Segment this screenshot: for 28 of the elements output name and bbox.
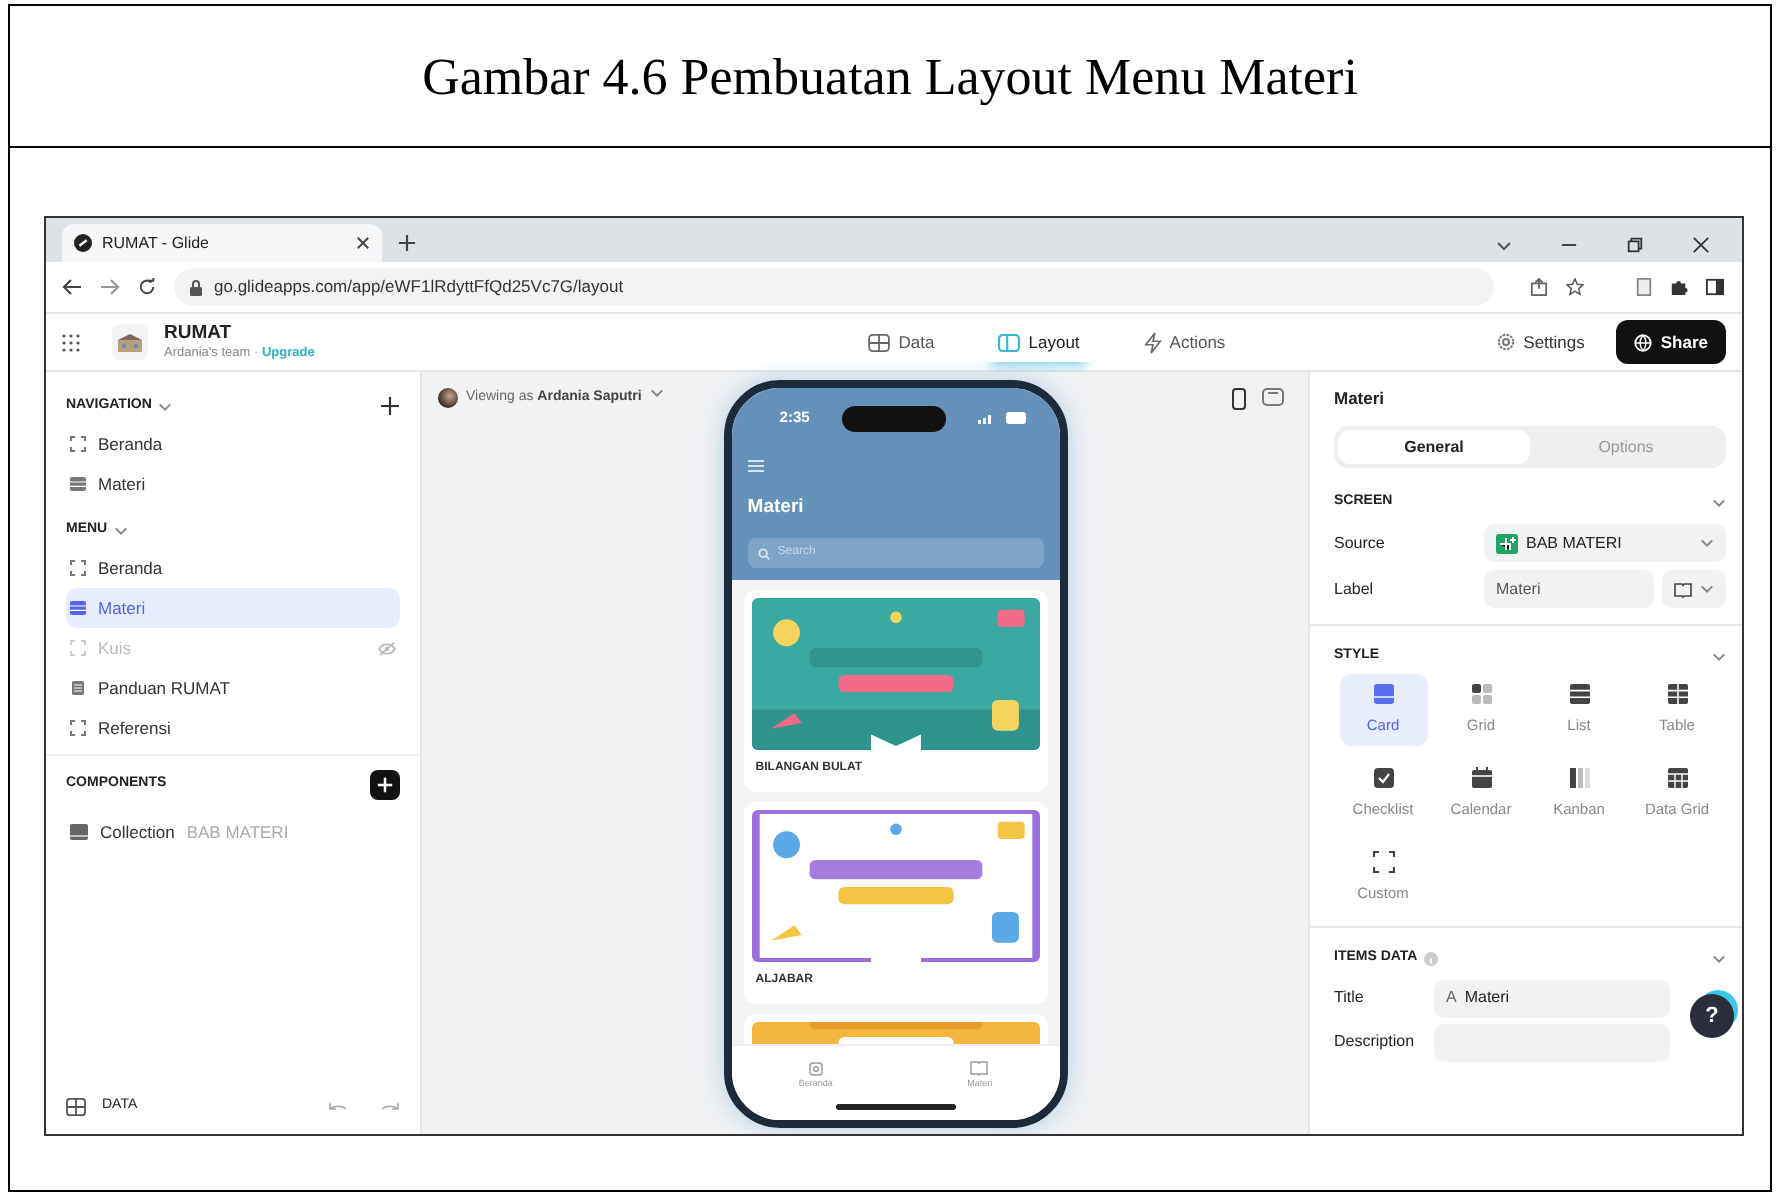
sidebar-item[interactable]: Referensi [66,708,400,748]
sidebar-item[interactable]: Panduan RUMAT [66,668,400,708]
component-source: BAB MATERI [186,819,289,845]
help-button[interactable]: ? [1690,994,1734,1038]
sidebar-item[interactable]: Beranda [66,548,400,588]
field-label: Title [1334,986,1366,1010]
address-bar[interactable]: go.glideapps.com/app/eWF1lRdyttFfQd25Vc7G/layout [174,268,1494,306]
field-label: Description [1334,1030,1417,1054]
field-label: Source [1334,531,1387,555]
share-button[interactable]: Share [1616,319,1726,365]
browser-tab[interactable]: RUMAT - Glide [62,224,382,262]
source-dropdown[interactable]: BAB MATERI [1484,524,1726,562]
sidebar-item[interactable]: Materi [66,588,400,628]
panel-tab[interactable]: General [1338,430,1530,464]
panel-title: Materi [1334,386,1387,412]
screen-title: Materi [747,495,804,518]
sidebar-item[interactable]: Materi [66,464,400,504]
field-label: Label [1334,577,1376,601]
top-tab[interactable]: Data [852,321,951,363]
sidebar-item[interactable]: Beranda [66,424,400,464]
top-tab[interactable]: Actions [1127,321,1242,363]
app-name: RUMAT [164,324,234,346]
title-field[interactable]: A Materi [1434,979,1670,1017]
top-tab[interactable]: Layout [982,321,1096,363]
figure-caption: Gambar 4.6 Pembuatan Layout Menu Materi [422,45,1358,110]
label-input[interactable]: Materi [1484,570,1654,608]
component-name: Collection [100,819,175,845]
settings-button[interactable]: Settings [1479,321,1601,363]
